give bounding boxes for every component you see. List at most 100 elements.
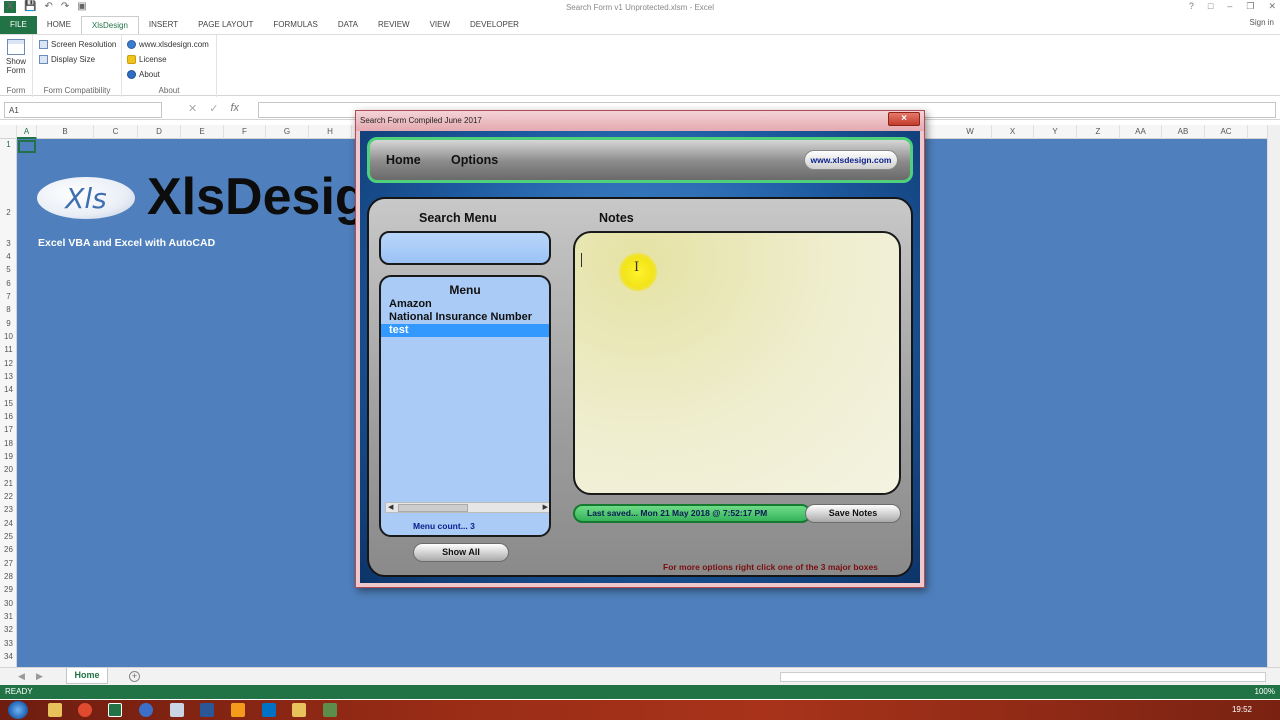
file-explorer-icon[interactable]	[48, 703, 62, 717]
list-item-selected[interactable]: test	[381, 324, 549, 337]
row-header[interactable]: 29	[0, 585, 17, 594]
row-header[interactable]: 24	[0, 519, 17, 528]
sheet-nav-left-icon[interactable]: ◀	[18, 671, 25, 682]
tab-developer[interactable]: DEVELOPER	[460, 16, 529, 34]
chrome-icon[interactable]	[78, 703, 92, 717]
column-header[interactable]: D	[138, 125, 181, 139]
calculator-icon[interactable]	[170, 703, 184, 717]
search-input[interactable]	[379, 231, 551, 265]
tab-home[interactable]: HOME	[37, 16, 81, 34]
row-header[interactable]: 1	[0, 140, 17, 149]
column-header[interactable]: Y	[1034, 125, 1077, 139]
dialog-title-bar[interactable]: Search Form Compiled June 2017 ×	[356, 111, 924, 131]
help-icon[interactable]: ?	[1189, 1, 1194, 12]
row-header[interactable]: 19	[0, 452, 17, 461]
tab-xlsdesign[interactable]: XlsDesign	[80, 16, 139, 34]
scroll-thumb[interactable]	[398, 504, 468, 512]
sheet-nav-right-icon[interactable]: ▶	[36, 671, 43, 682]
show-form-button[interactable]: Show Form	[0, 39, 32, 75]
menu-listbox[interactable]: Menu Amazon National Insurance Number te…	[379, 275, 551, 537]
nav-options[interactable]: Options	[451, 153, 498, 167]
row-header[interactable]: 26	[0, 545, 17, 554]
row-header[interactable]: 7	[0, 292, 17, 301]
column-header[interactable]: B	[37, 125, 94, 139]
row-header[interactable]: 6	[0, 279, 17, 288]
row-header[interactable]: 9	[0, 319, 17, 328]
zoom-level[interactable]: 100%	[1255, 687, 1275, 696]
name-box[interactable]: A1	[4, 102, 162, 118]
menu-horizontal-scrollbar[interactable]: ◀ ▶	[385, 502, 549, 513]
tab-review[interactable]: REVIEW	[368, 16, 420, 34]
add-sheet-icon[interactable]: +	[129, 671, 140, 682]
save-notes-button[interactable]: Save Notes	[805, 504, 901, 523]
row-header[interactable]: 17	[0, 425, 17, 434]
tab-file[interactable]: FILE	[0, 16, 37, 34]
row-header[interactable]: 12	[0, 359, 17, 368]
tab-formulas[interactable]: FORMULAS	[263, 16, 327, 34]
row-header[interactable]: 13	[0, 372, 17, 381]
display-size-button[interactable]: Display Size	[39, 52, 121, 67]
row-header[interactable]: 21	[0, 479, 17, 488]
row-header[interactable]: 16	[0, 412, 17, 421]
scroll-left-icon[interactable]: ◀	[388, 503, 393, 511]
show-all-button[interactable]: Show All	[413, 543, 509, 562]
ribbon-display-icon[interactable]: □	[1208, 1, 1213, 12]
row-header[interactable]: 23	[0, 505, 17, 514]
column-header[interactable]: W	[949, 125, 992, 139]
notes-textarea[interactable]: I	[573, 231, 901, 495]
scroll-right-icon[interactable]: ▶	[543, 503, 548, 511]
tab-insert[interactable]: INSERT	[139, 16, 188, 34]
word-icon[interactable]	[200, 703, 214, 717]
dialog-close-button[interactable]: ×	[888, 112, 920, 126]
minimize-icon[interactable]: –	[1227, 1, 1232, 12]
tool-icon[interactable]	[323, 703, 337, 717]
row-header[interactable]: 4	[0, 252, 17, 261]
nav-home[interactable]: Home	[386, 153, 421, 167]
outlook-icon[interactable]	[262, 703, 276, 717]
column-header[interactable]: E	[181, 125, 224, 139]
column-header[interactable]: H	[309, 125, 352, 139]
close-icon[interactable]: ✕	[1268, 1, 1276, 12]
row-header[interactable]: 27	[0, 559, 17, 568]
row-header[interactable]: 14	[0, 385, 17, 394]
tab-data[interactable]: DATA	[328, 16, 368, 34]
folder-icon[interactable]	[292, 703, 306, 717]
enter-icon[interactable]: ✓	[209, 102, 218, 115]
app-icon[interactable]	[139, 703, 153, 717]
row-header[interactable]: 34	[0, 652, 17, 661]
row-header[interactable]: 11	[0, 345, 17, 354]
column-header[interactable]: AB	[1162, 125, 1205, 139]
column-header[interactable]: F	[224, 125, 266, 139]
vertical-scrollbar[interactable]	[1267, 125, 1280, 667]
active-cell[interactable]	[18, 140, 36, 153]
screen-resolution-button[interactable]: Screen Resolution	[39, 37, 121, 52]
about-button[interactable]: About	[127, 67, 216, 82]
row-header[interactable]: 2	[0, 208, 17, 217]
column-header[interactable]: AC	[1205, 125, 1248, 139]
row-header[interactable]: 15	[0, 399, 17, 408]
row-header[interactable]: 8	[0, 305, 17, 314]
row-header[interactable]: 30	[0, 599, 17, 608]
start-button-icon[interactable]	[8, 701, 28, 719]
website-button[interactable]: www.xlsdesign.com	[804, 150, 898, 170]
row-header[interactable]: 25	[0, 532, 17, 541]
column-header[interactable]: AA	[1120, 125, 1162, 139]
website-button[interactable]: www.xlsdesign.com	[127, 37, 216, 52]
row-header[interactable]: 18	[0, 439, 17, 448]
select-all-corner[interactable]	[0, 125, 17, 139]
list-item[interactable]: Amazon	[381, 298, 549, 311]
excel-taskbar-icon[interactable]	[108, 703, 122, 717]
tab-view[interactable]: VIEW	[420, 16, 460, 34]
row-header[interactable]: 10	[0, 332, 17, 341]
cancel-icon[interactable]: ✕	[188, 102, 197, 115]
license-button[interactable]: License	[127, 52, 216, 67]
taskbar-clock[interactable]: 19:52	[1232, 705, 1252, 714]
column-header[interactable]: X	[992, 125, 1034, 139]
row-header[interactable]: 32	[0, 625, 17, 634]
restore-icon[interactable]: ❐	[1246, 1, 1254, 12]
column-header[interactable]: G	[266, 125, 309, 139]
tab-page-layout[interactable]: PAGE LAYOUT	[188, 16, 263, 34]
row-header[interactable]: 5	[0, 265, 17, 274]
row-header[interactable]: 33	[0, 639, 17, 648]
column-header[interactable]: A	[17, 125, 37, 139]
